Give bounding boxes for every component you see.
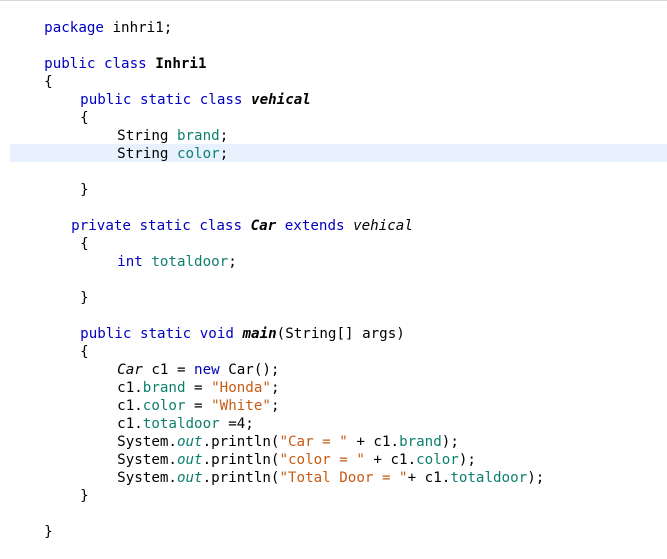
method-call: .println( — [202, 470, 280, 486]
code-line-19[interactable]: { — [46, 325, 89, 360]
class-name: Car — [250, 218, 277, 234]
keyword: int — [117, 254, 143, 270]
code-line-23[interactable]: c1.totaldoor =4; — [83, 397, 254, 432]
code-line-3[interactable]: public class Inhri1 — [10, 37, 206, 72]
code-line-24[interactable]: System.out.println("Car = " + c1.brand); — [83, 415, 459, 450]
code-line-7[interactable]: String brand; — [83, 109, 228, 144]
class-ref: System. — [117, 470, 177, 486]
brace: } — [80, 182, 89, 198]
brace: } — [80, 488, 89, 504]
method-params: (String[] args) — [276, 326, 405, 342]
keyword: extends — [284, 218, 345, 234]
keyword: class — [199, 218, 243, 234]
keyword: static — [139, 92, 192, 108]
field-name: totaldoor — [151, 254, 229, 270]
code-line-13[interactable]: { — [46, 217, 89, 252]
code-line-5[interactable]: public static class vehical — [46, 73, 311, 108]
type-name: String — [117, 146, 177, 162]
code-line-20[interactable]: Car c1 = new Car(); — [83, 343, 279, 378]
code-line-8[interactable]: String color; — [83, 127, 228, 162]
close-call: ); — [527, 470, 545, 486]
code-line-16[interactable]: } — [46, 271, 89, 306]
class-name: Inhri1 — [155, 56, 207, 72]
code-line-27[interactable]: } — [46, 469, 89, 504]
code-line-12[interactable]: private static class Car extends vehical — [37, 199, 413, 234]
superclass-name: vehical — [353, 218, 413, 234]
code-line-22[interactable]: c1.color = "White"; — [83, 379, 279, 414]
code-editor[interactable]: package inhri1; public class Inhri1 { pu… — [0, 0, 667, 540]
keyword: class — [103, 56, 147, 72]
code-line-29[interactable]: } — [10, 505, 53, 540]
method-name: main — [242, 326, 277, 342]
field-name: totaldoor — [450, 470, 528, 486]
string-literal: "Total Door = " — [279, 470, 408, 486]
code-line-21[interactable]: c1.brand = "Honda"; — [83, 361, 279, 396]
class-name: vehical — [251, 92, 311, 108]
keyword: void — [199, 326, 234, 342]
code-line-6[interactable]: { — [46, 91, 89, 126]
semicolon: ; — [228, 254, 237, 270]
code-line-4[interactable]: { — [10, 55, 53, 90]
field-name: color — [176, 146, 220, 162]
code-line-14[interactable]: int totaldoor; — [83, 235, 237, 270]
code-line-26[interactable]: System.out.println("Total Door = "+ c1.t… — [83, 451, 544, 486]
code-line-18[interactable]: public static void main(String[] args) — [46, 307, 405, 342]
keyword: class — [199, 92, 243, 108]
brace: } — [80, 290, 89, 306]
package-name: inhri1; — [103, 20, 173, 36]
brace: } — [44, 524, 53, 540]
semicolon: ; — [219, 146, 229, 162]
code-line-10[interactable]: } — [46, 163, 89, 198]
concat: + c1. — [407, 470, 451, 486]
keyword: package — [44, 20, 104, 36]
keyword: static — [139, 326, 192, 342]
static-field: out — [176, 470, 203, 486]
semicolon: ; — [270, 398, 280, 414]
code-line-25[interactable]: System.out.println("color = " + c1.color… — [83, 433, 476, 468]
keyword: static — [139, 218, 191, 234]
code-line-1[interactable]: package inhri1; — [10, 1, 172, 36]
